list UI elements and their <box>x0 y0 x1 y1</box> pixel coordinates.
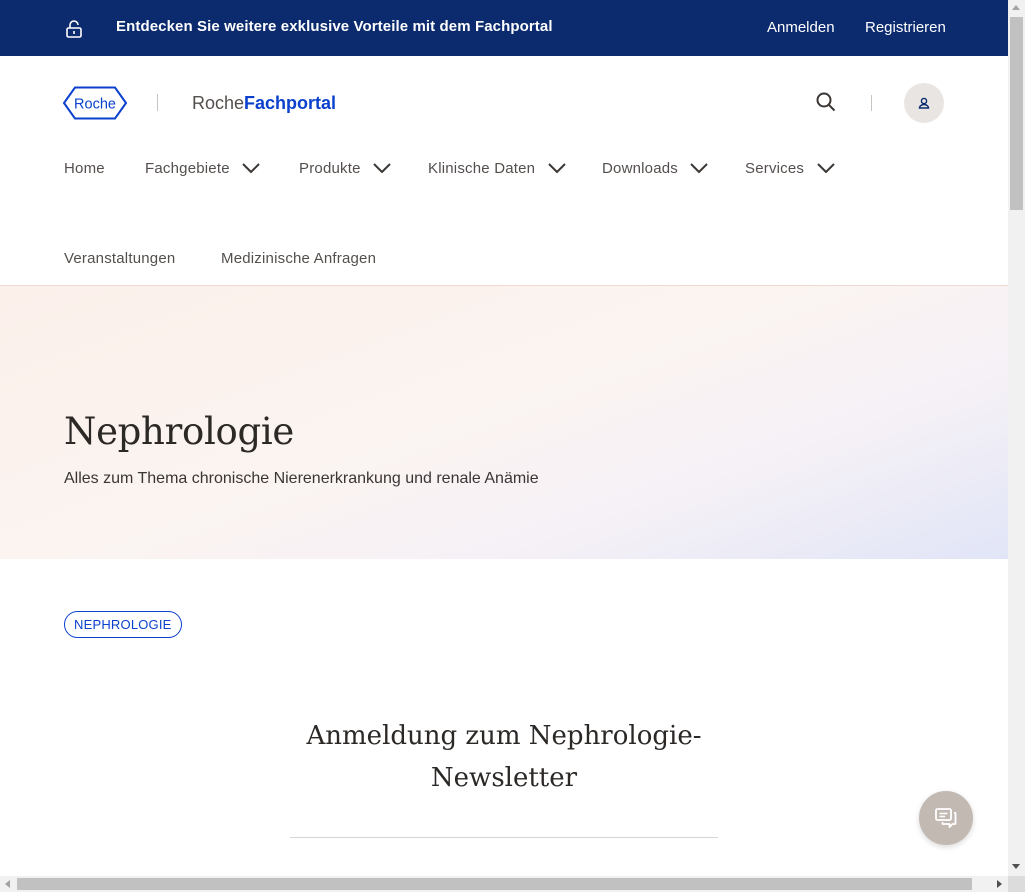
logo-divider <box>157 94 158 111</box>
portal-name[interactable]: RocheFachportal <box>192 93 336 114</box>
portal-name-bold: Fachportal <box>244 93 337 113</box>
chat-button[interactable] <box>919 791 973 845</box>
nav-item-fachgebiete[interactable]: Fachgebiete <box>145 160 260 177</box>
chevron-down-icon <box>373 162 391 173</box>
chat-icon <box>935 808 957 828</box>
page: Entdecken Sie weitere exklusive Vorteile… <box>0 0 1008 876</box>
nav-item-label: Medizinische Anfragen <box>221 250 377 267</box>
chevron-down-icon <box>242 162 260 173</box>
chevron-down-icon <box>690 162 709 173</box>
scroll-left-arrow-icon[interactable] <box>5 880 10 888</box>
nav-item-home[interactable]: Home <box>64 160 105 177</box>
scrollbar-corner <box>1008 876 1025 892</box>
user-icon <box>918 97 930 109</box>
scroll-down-arrow-icon[interactable] <box>1012 864 1020 869</box>
page-subtitle: Alles zum Thema chronische Nierenerkrank… <box>64 470 539 487</box>
newsletter-title: Anmeldung zum Nephrologie-Newsletter <box>306 721 702 793</box>
scroll-up-arrow-icon[interactable] <box>1012 5 1020 10</box>
nav-item-produkte[interactable]: Produkte <box>299 160 391 177</box>
register-link[interactable]: Registrieren <box>865 19 946 36</box>
nav-item-label: Produkte <box>299 160 361 177</box>
promo-message: Entdecken Sie weitere exklusive Vorteile… <box>116 18 553 35</box>
header-divider <box>871 95 872 111</box>
nav-item-klinische-daten[interactable]: Klinische Daten <box>428 160 566 177</box>
newsletter-divider <box>290 837 718 838</box>
scroll-right-arrow-icon[interactable] <box>997 880 1002 888</box>
chevron-down-icon <box>816 162 835 173</box>
nav-item-label: Home <box>64 160 105 177</box>
logo-text: Roche <box>74 97 116 113</box>
nav-item-services[interactable]: Services <box>745 160 835 177</box>
search-icon[interactable] <box>815 91 837 113</box>
nav-item-medizinische-anfragen[interactable]: Medizinische Anfragen <box>221 250 376 267</box>
topic-tag[interactable]: NEPHROLOGIE <box>64 611 182 638</box>
promo-bar: Entdecken Sie weitere exklusive Vorteile… <box>0 0 1008 56</box>
login-link[interactable]: Anmelden <box>767 19 835 36</box>
nav-item-downloads[interactable]: Downloads <box>602 160 709 177</box>
chevron-down-icon <box>547 162 566 173</box>
nav-item-label: Downloads <box>602 160 679 177</box>
page-title: Nephrologie <box>64 410 294 453</box>
nav-item-label: Veranstaltungen <box>64 250 176 267</box>
vertical-scrollbar[interactable] <box>1008 0 1025 876</box>
vertical-scroll-thumb[interactable] <box>1010 17 1023 210</box>
portal-name-light: Roche <box>192 93 245 113</box>
horizontal-scroll-thumb[interactable] <box>17 878 972 890</box>
user-avatar-button[interactable] <box>904 83 944 123</box>
nav-item-label: Fachgebiete <box>145 160 230 177</box>
nav-item-label: Klinische Daten <box>428 160 536 177</box>
hero-banner: Nephrologie Alles zum Thema chronische N… <box>0 286 1008 559</box>
nav-item-label: Services <box>745 160 805 177</box>
nav-item-veranstaltungen[interactable]: Veranstaltungen <box>64 250 175 267</box>
roche-logo[interactable]: Roche <box>63 86 127 120</box>
horizontal-scrollbar[interactable] <box>0 876 1008 892</box>
unlock-icon <box>66 20 82 38</box>
